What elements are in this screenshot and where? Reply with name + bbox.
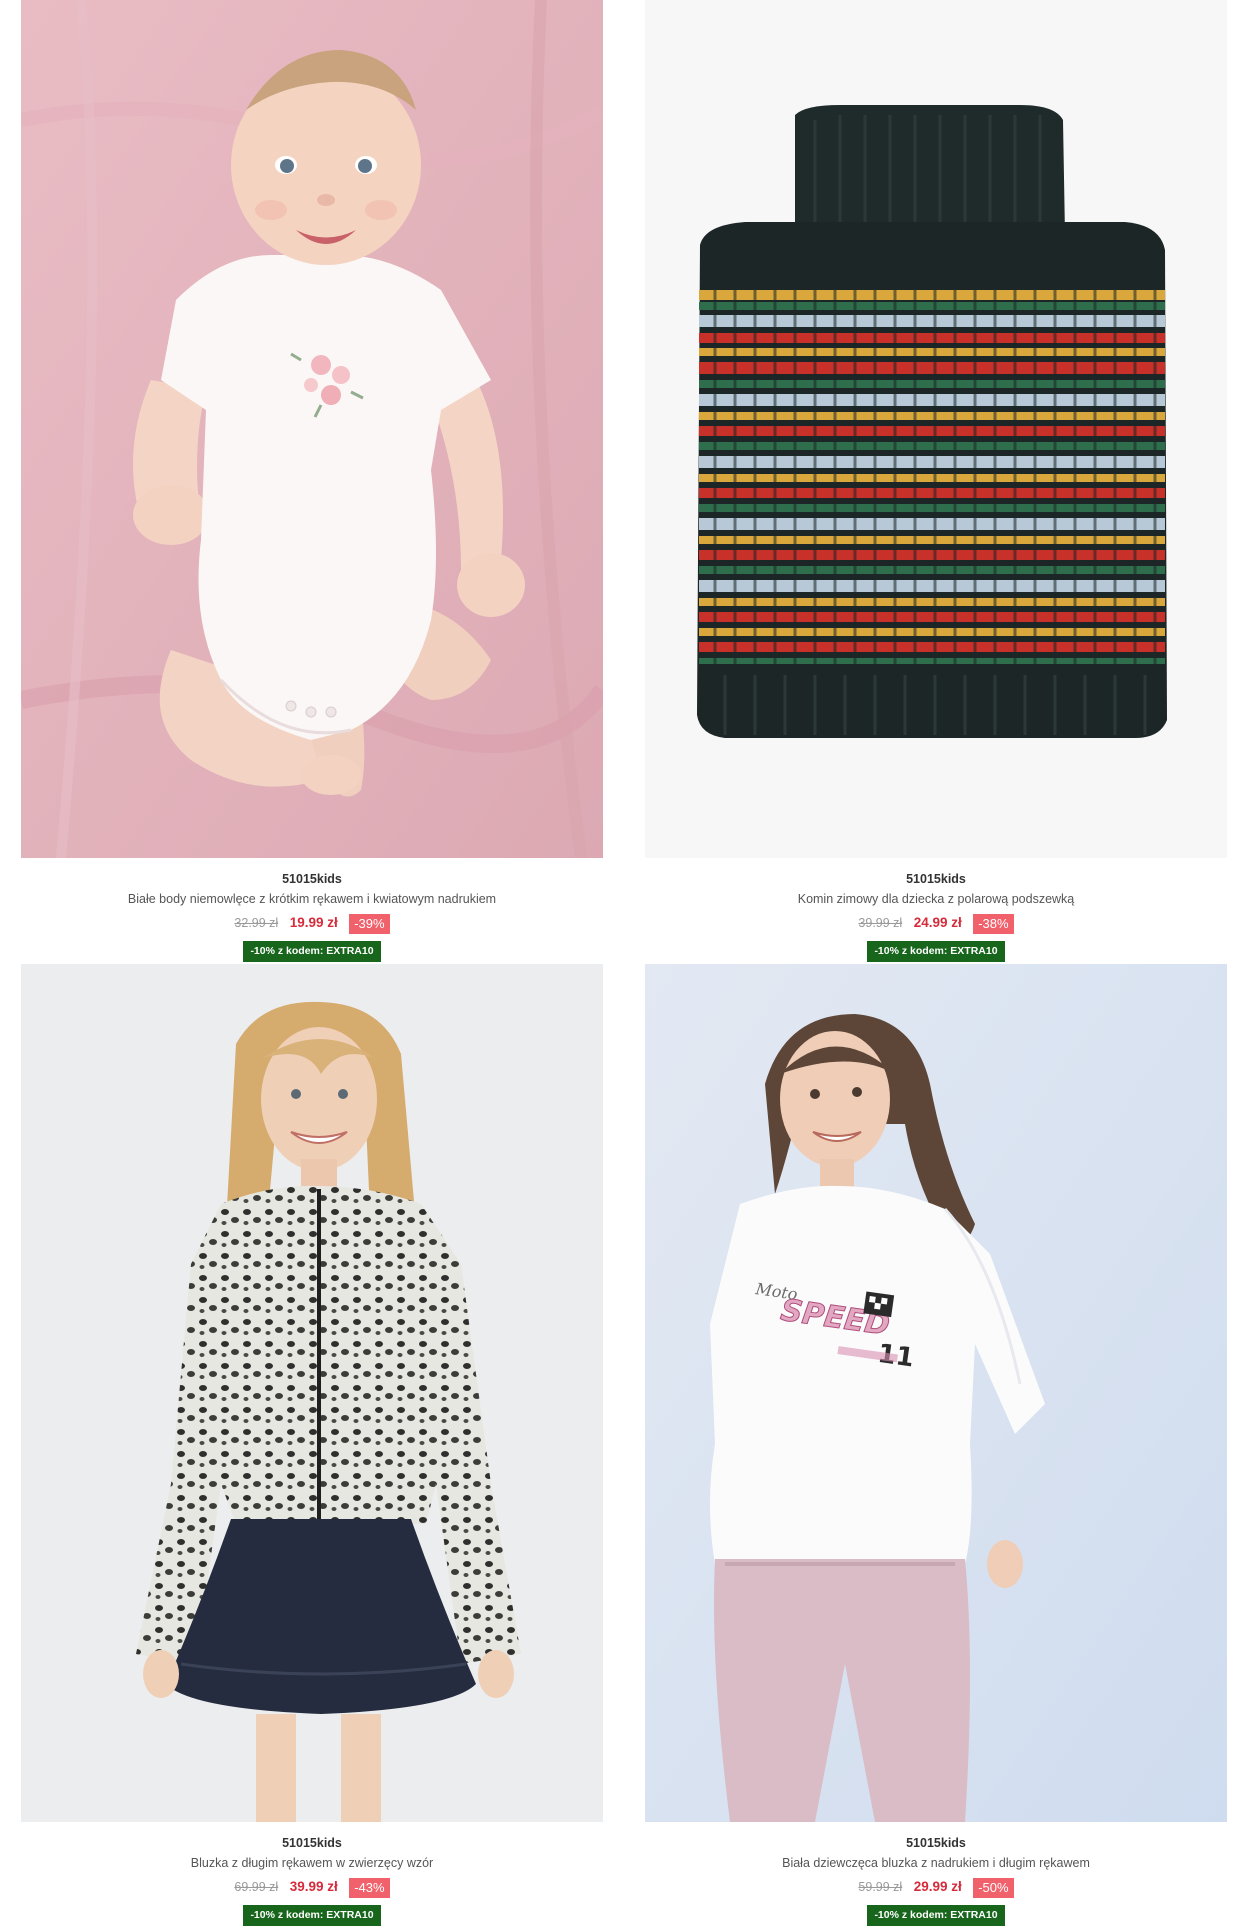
product-brand[interactable]: 51015kids <box>645 1835 1227 1852</box>
product-card[interactable]: 51015kids Komin zimowy dla dziecka z pol… <box>645 0 1227 962</box>
sale-price: 39.99 zł <box>289 1879 338 1894</box>
white-print-longsleeve-photo: Moto SPEED 11 <box>645 964 1227 1822</box>
price-row: 39.99 zł 24.99 zł -38% <box>645 912 1227 934</box>
knitted-neck-warmer-photo <box>645 0 1227 858</box>
product-brand[interactable]: 51015kids <box>21 1835 603 1852</box>
discount-badge: -50% <box>973 1877 1014 1898</box>
product-image[interactable] <box>21 964 603 1822</box>
product-image[interactable] <box>21 0 603 858</box>
baby-bodysuit-photo <box>21 0 603 858</box>
product-image[interactable] <box>645 0 1227 858</box>
product-brand[interactable]: 51015kids <box>645 871 1227 888</box>
product-image[interactable]: Moto SPEED 11 <box>645 964 1227 1822</box>
product-card[interactable]: 51015kids Bluzka z długim rękawem w zwie… <box>21 964 603 1926</box>
product-name[interactable]: Białe body niemowlęce z krótkim rękawem … <box>21 891 603 908</box>
price-row: 69.99 zł 39.99 zł -43% <box>21 1876 603 1898</box>
animal-print-blouse-photo <box>21 964 603 1822</box>
discount-badge: -38% <box>973 913 1014 934</box>
sale-price: 19.99 zł <box>289 915 338 930</box>
promo-code-badge: -10% z kodem: EXTRA10 <box>867 941 1005 962</box>
sale-price: 24.99 zł <box>913 915 962 930</box>
product-grid: 51015kids Białe body niemowlęce z krótki… <box>0 0 1250 1927</box>
promo-code-badge: -10% z kodem: EXTRA10 <box>243 1905 381 1926</box>
product-name[interactable]: Komin zimowy dla dziecka z polarową pods… <box>645 891 1227 908</box>
price-row: 32.99 zł 19.99 zł -39% <box>21 912 603 934</box>
price-row: 59.99 zł 29.99 zł -50% <box>645 1876 1227 1898</box>
product-brand[interactable]: 51015kids <box>21 871 603 888</box>
discount-badge: -39% <box>349 913 390 934</box>
product-name[interactable]: Bluzka z długim rękawem w zwierzęcy wzór <box>21 1855 603 1872</box>
old-price: 69.99 zł <box>234 1880 279 1894</box>
product-card[interactable]: Moto SPEED 11 51015kids Biała dziewczęca… <box>645 964 1227 1926</box>
promo-code-badge: -10% z kodem: EXTRA10 <box>867 1905 1005 1926</box>
product-name[interactable]: Biała dziewczęca bluzka z nadrukiem i dł… <box>645 1855 1227 1872</box>
sale-price: 29.99 zł <box>913 1879 962 1894</box>
product-card[interactable]: 51015kids Białe body niemowlęce z krótki… <box>21 0 603 962</box>
old-price: 59.99 zł <box>858 1880 903 1894</box>
discount-badge: -43% <box>349 1877 390 1898</box>
old-price: 39.99 zł <box>858 916 903 930</box>
promo-code-badge: -10% z kodem: EXTRA10 <box>243 941 381 962</box>
old-price: 32.99 zł <box>234 916 279 930</box>
